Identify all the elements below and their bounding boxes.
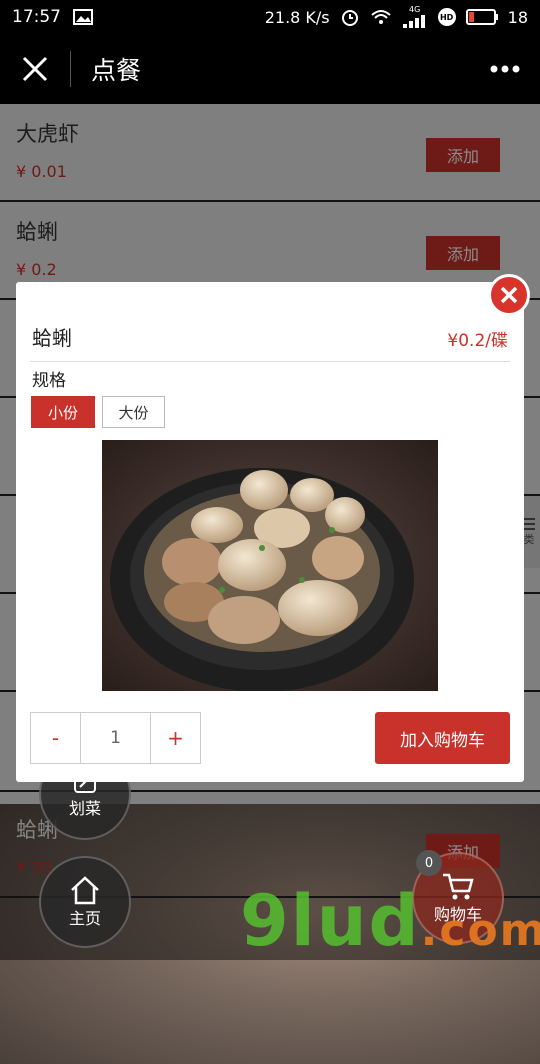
quantity-value[interactable]: 1: [80, 713, 151, 763]
top-navbar: 点餐: [0, 34, 540, 104]
close-icon: [500, 286, 518, 304]
decrease-button[interactable]: -: [31, 713, 80, 763]
home-icon: [71, 876, 99, 905]
cart-count-badge: 0: [416, 850, 442, 876]
spec-label: 规格: [32, 371, 66, 391]
image-notification-icon: [73, 9, 93, 25]
network-speed: 21.8 K/s: [264, 7, 330, 27]
wifi-icon: [370, 8, 392, 26]
dish-check-label: 划菜: [68, 799, 101, 818]
add-to-cart-button[interactable]: 加入购物车: [375, 712, 510, 764]
close-button[interactable]: [0, 34, 70, 104]
battery-level: 18: [507, 7, 528, 27]
more-dots-icon: [490, 65, 520, 73]
home-button[interactable]: 主页: [39, 856, 131, 948]
dish-photo: [102, 440, 438, 691]
modal-close-button[interactable]: [488, 274, 530, 316]
status-time: 17:57: [12, 7, 61, 27]
spec-option-small[interactable]: 小份: [31, 396, 95, 428]
more-button[interactable]: [470, 34, 540, 104]
battery-icon: [465, 9, 498, 25]
dish-detail-modal: 蛤蜊 ¥0.2/碟 规格 小份 大份 - 1 + 加入购物车: [16, 274, 530, 782]
home-label: 主页: [68, 909, 101, 928]
modal-dish-price: ¥0.2/碟: [447, 331, 508, 351]
quantity-stepper: - 1 +: [30, 712, 201, 764]
alarm-icon: [340, 7, 360, 27]
spec-option-large[interactable]: 大份: [102, 396, 165, 428]
status-bar: 17:57 21.8 K/s 4G HD 18: [0, 0, 540, 34]
increase-button[interactable]: +: [151, 713, 200, 763]
hd-voice-icon: HD: [437, 8, 456, 26]
nav-divider: [70, 51, 71, 87]
close-icon: [22, 56, 48, 82]
modal-divider: [30, 361, 510, 362]
watermark-logo: 9lud.com: [240, 880, 540, 962]
modal-dish-name: 蛤蜊: [32, 326, 72, 350]
page-title: 点餐: [91, 56, 142, 85]
cellular-signal-icon: 4G: [402, 6, 428, 28]
